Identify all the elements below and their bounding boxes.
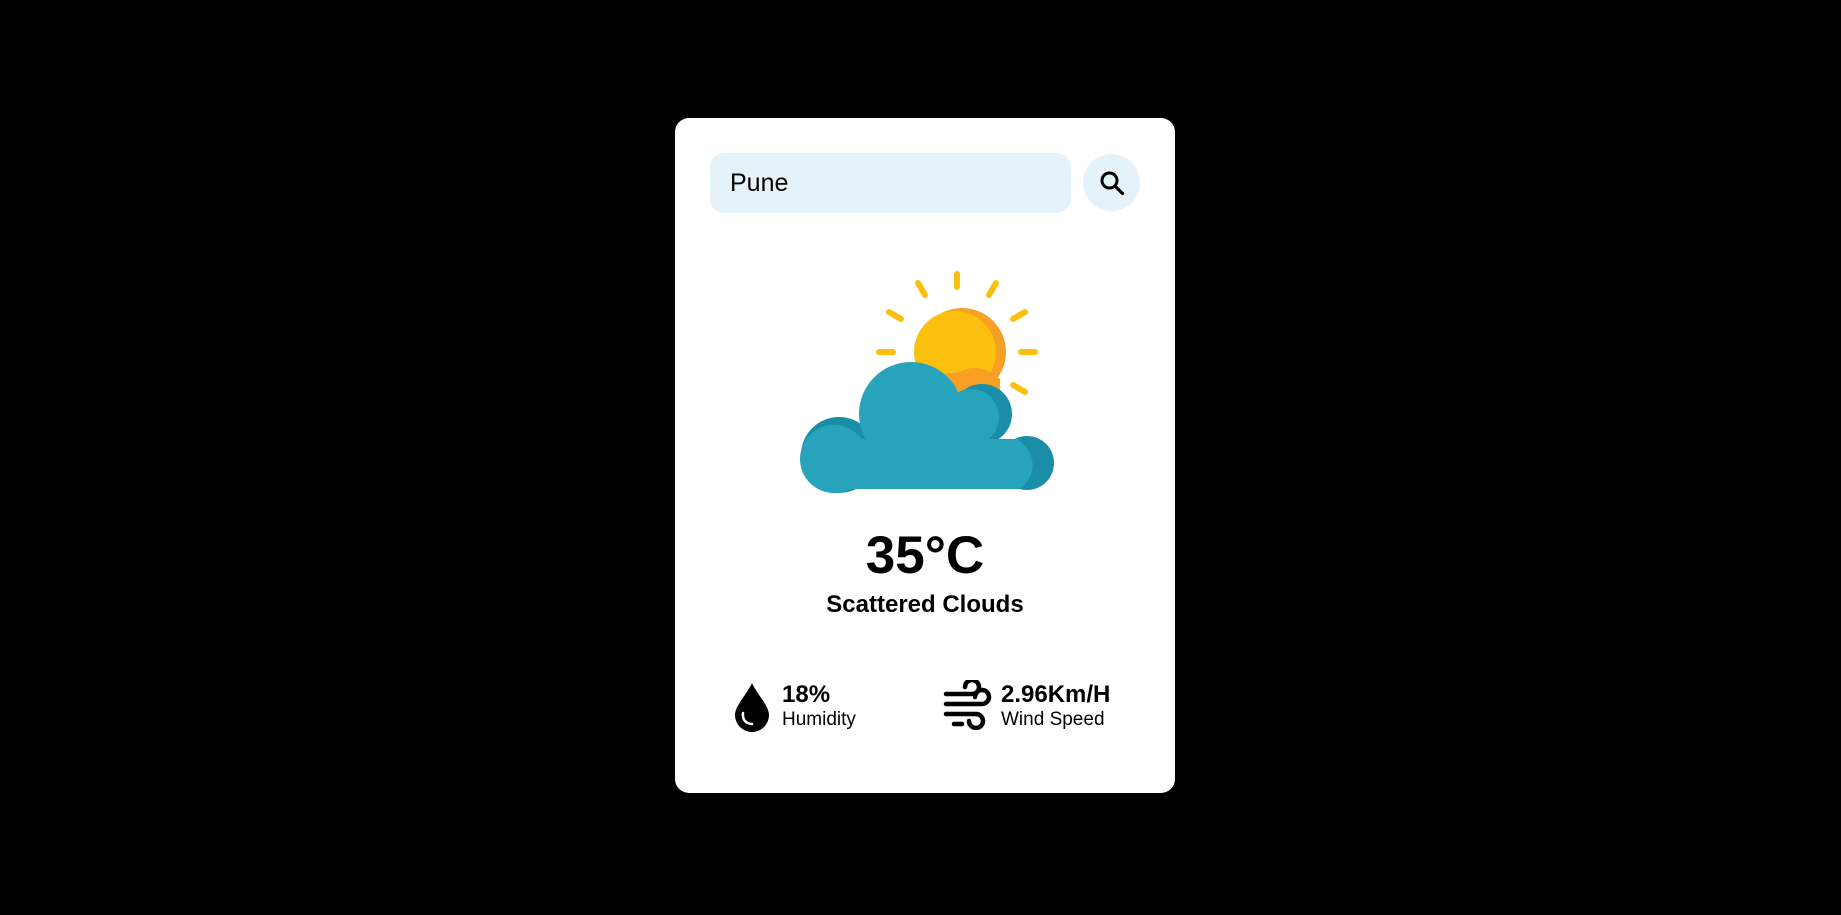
humidity-value: 18% (782, 681, 831, 708)
temperature-value: 35°C (865, 526, 985, 585)
weather-card: 35°C Scattered Clouds 18% Humidity 2.96K… (675, 118, 1175, 793)
sun-behind-cloud-icon (800, 271, 1054, 493)
search-button[interactable] (1083, 154, 1140, 211)
wind-speed-label: Wind Speed (1001, 709, 1105, 730)
search-icon (1100, 171, 1124, 195)
humidity-label: Humidity (782, 709, 856, 730)
weather-description: Scattered Clouds (826, 591, 1024, 618)
wind-speed-value: 2.96Km/H (1001, 681, 1111, 708)
wind-icon (943, 680, 992, 731)
water-drop-icon (735, 683, 769, 732)
wind-stat: 2.96Km/H Wind Speed (942, 680, 1142, 740)
humidity-stat: 18% Humidity (732, 680, 892, 740)
search-bar (710, 153, 1140, 213)
city-search-input[interactable] (710, 153, 1071, 213)
